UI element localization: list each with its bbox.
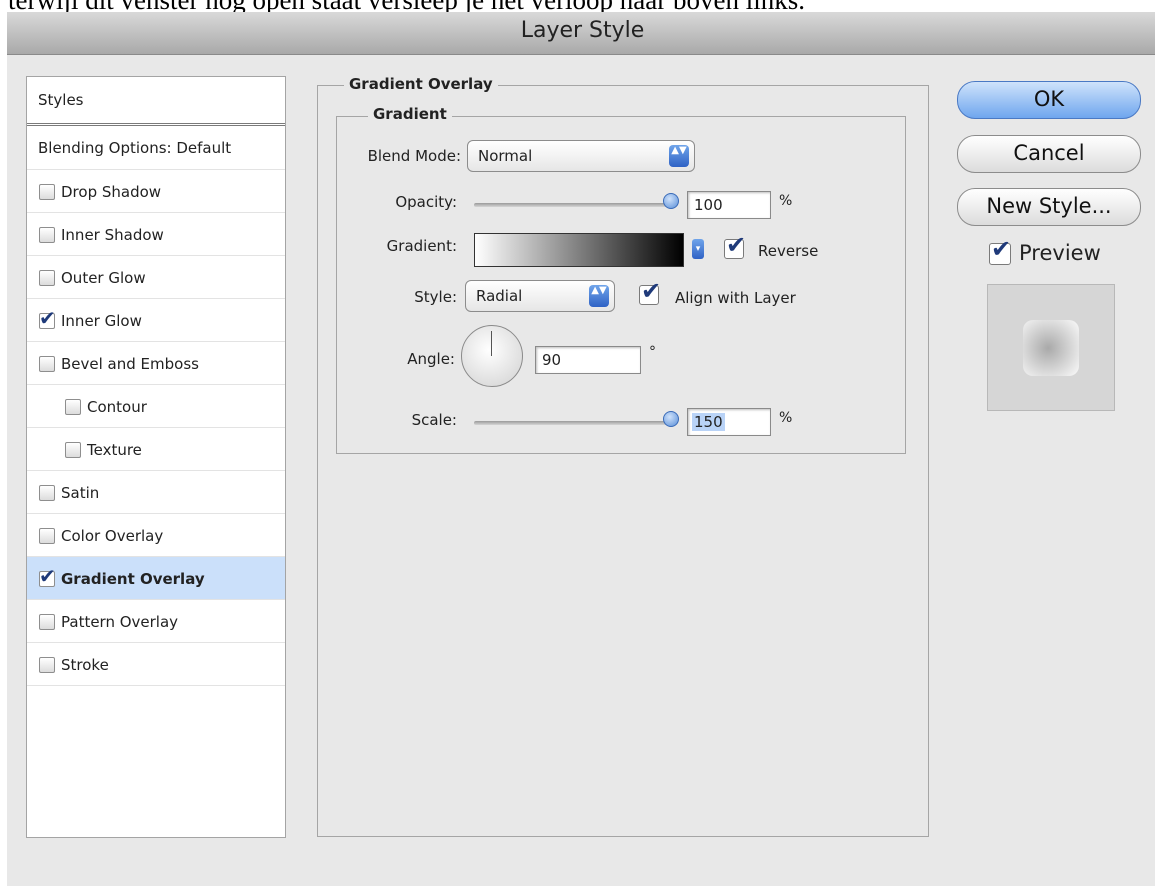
sidebar-item-outer-glow[interactable]: Outer Glow xyxy=(27,256,285,299)
blend-mode-select[interactable]: Normal ▲▼ xyxy=(467,140,695,172)
satin-checkbox[interactable] xyxy=(39,485,55,501)
sidebar-item-bevel-and-emboss[interactable]: Bevel and Emboss xyxy=(27,342,285,385)
layer-style-dialog: Styles Blending Options: Default Drop Sh… xyxy=(7,55,1155,886)
drop-shadow-checkbox[interactable] xyxy=(39,184,55,200)
color-overlay-checkbox[interactable] xyxy=(39,528,55,544)
outer-glow-checkbox[interactable] xyxy=(39,270,55,286)
scale-field[interactable]: 150 xyxy=(687,408,771,436)
preview-swatch xyxy=(1023,320,1079,376)
popup-arrows-icon: ▲▼ xyxy=(589,285,609,307)
inner-shadow-checkbox[interactable] xyxy=(39,227,55,243)
preview-checkbox[interactable]: ✔ xyxy=(989,237,1011,265)
align-with-layer-label: Align with Layer xyxy=(675,289,796,307)
opacity-label: Opacity: xyxy=(395,193,457,211)
preview-thumbnail xyxy=(987,284,1115,411)
popup-arrows-icon: ▲▼ xyxy=(669,145,689,167)
sidebar-item-pattern-overlay[interactable]: Pattern Overlay xyxy=(27,600,285,643)
preview-label: Preview xyxy=(1019,241,1101,265)
sidebar-item-inner-glow[interactable]: ✔ Inner Glow xyxy=(27,299,285,342)
sidebar-item-satin[interactable]: Satin xyxy=(27,471,285,514)
scale-label: Scale: xyxy=(411,411,457,429)
window-title: Layer Style xyxy=(520,18,645,43)
sidebar-item-gradient-overlay[interactable]: ✔ Gradient Overlay xyxy=(27,557,285,600)
reverse-label: Reverse xyxy=(758,242,819,260)
angle-unit: ° xyxy=(649,344,656,360)
checkmark-icon: ✔ xyxy=(39,564,56,588)
gradient-subtitle: Gradient xyxy=(368,105,452,123)
opacity-field[interactable]: 100 xyxy=(687,191,771,219)
bevel-and-emboss-checkbox[interactable] xyxy=(39,356,55,372)
gradient-label: Gradient: xyxy=(386,237,457,255)
sidebar-item-texture[interactable]: Texture xyxy=(27,428,285,471)
scale-slider-track[interactable] xyxy=(474,421,672,425)
angle-dial[interactable] xyxy=(461,325,523,387)
blending-options-item[interactable]: Blending Options: Default xyxy=(27,126,285,170)
sidebar-item-drop-shadow[interactable]: Drop Shadow xyxy=(27,170,285,213)
cancel-button[interactable]: Cancel xyxy=(957,135,1141,173)
dropdown-arrow-icon[interactable]: ▾ xyxy=(692,239,704,259)
gradient-overlay-checkbox[interactable]: ✔ xyxy=(39,566,56,587)
window-titlebar[interactable]: Layer Style xyxy=(7,12,1155,55)
blend-mode-label: Blend Mode: xyxy=(367,147,461,165)
styles-list: Styles Blending Options: Default Drop Sh… xyxy=(26,76,286,838)
sidebar-item-inner-shadow[interactable]: Inner Shadow xyxy=(27,213,285,256)
gradient-swatch[interactable] xyxy=(474,233,684,267)
angle-needle xyxy=(491,331,492,356)
gradient-overlay-title: Gradient Overlay xyxy=(344,75,498,93)
new-style-button[interactable]: New Style... xyxy=(957,188,1141,226)
checkmark-icon: ✔ xyxy=(641,277,662,305)
scale-slider-knob[interactable] xyxy=(663,411,679,427)
sidebar-item-stroke[interactable]: Stroke xyxy=(27,643,285,686)
checkmark-icon: ✔ xyxy=(39,306,56,330)
checkmark-icon: ✔ xyxy=(726,231,747,259)
angle-field[interactable]: 90 xyxy=(535,346,641,374)
opacity-slider-track[interactable] xyxy=(474,203,672,207)
style-label: Style: xyxy=(414,288,457,306)
scale-unit: % xyxy=(779,410,793,426)
angle-label: Angle: xyxy=(407,350,455,368)
reverse-checkbox[interactable]: ✔ xyxy=(724,233,746,259)
ok-button[interactable]: OK xyxy=(957,81,1141,119)
sidebar-item-color-overlay[interactable]: Color Overlay xyxy=(27,514,285,557)
checkmark-icon: ✔ xyxy=(991,235,1012,263)
contour-checkbox[interactable] xyxy=(65,399,81,415)
stroke-checkbox[interactable] xyxy=(39,657,55,673)
texture-checkbox[interactable] xyxy=(65,442,81,458)
sidebar-item-contour[interactable]: Contour xyxy=(27,385,285,428)
align-with-layer-checkbox[interactable]: ✔ xyxy=(639,279,661,305)
inner-glow-checkbox[interactable]: ✔ xyxy=(39,308,56,329)
opacity-slider-knob[interactable] xyxy=(663,193,679,209)
styles-header[interactable]: Styles xyxy=(27,77,285,126)
style-select[interactable]: Radial ▲▼ xyxy=(465,280,615,312)
opacity-unit: % xyxy=(779,193,793,209)
pattern-overlay-checkbox[interactable] xyxy=(39,614,55,630)
